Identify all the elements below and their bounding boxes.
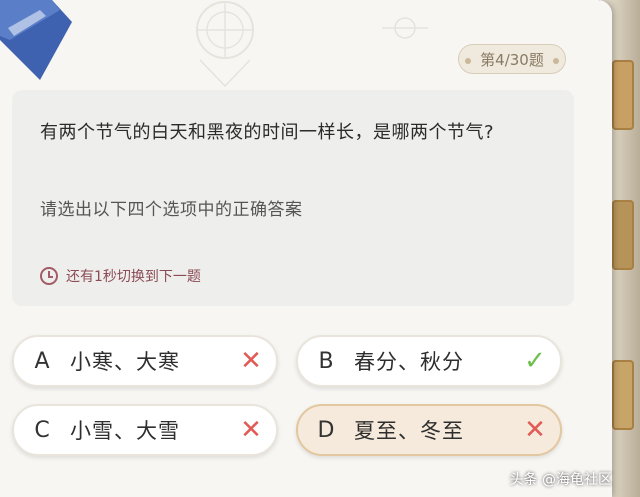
- ornament-decoration: [382, 17, 428, 39]
- ribbon-decoration: [0, 0, 72, 80]
- option-letter: D: [317, 417, 335, 443]
- watermark: 头条 @海龟社区: [509, 472, 612, 488]
- option-d-button[interactable]: D 夏至、冬至 ✕: [296, 404, 562, 456]
- timer-text: 还有1秒切换到下一题: [66, 269, 201, 285]
- bookmark-tab: [612, 360, 634, 430]
- quiz-panel: 第4/30题 有两个节气的白天和黑夜的时间一样长，是哪两个节气? 请选出以下四个…: [0, 0, 612, 497]
- option-text: 夏至、冬至: [354, 419, 464, 443]
- option-letter: B: [318, 348, 334, 374]
- question-counter: 第4/30题: [458, 44, 566, 74]
- clock-icon: [40, 267, 58, 285]
- option-a-button[interactable]: A 小寒、大寒 ✕: [12, 335, 278, 387]
- wrong-icon: ✕: [524, 415, 546, 445]
- option-c-button[interactable]: C 小雪、大雪 ✕: [12, 404, 278, 456]
- question-text: 有两个节气的白天和黑夜的时间一样长，是哪两个节气?: [40, 122, 495, 143]
- wrong-icon: ✕: [240, 415, 262, 445]
- option-letter: A: [34, 348, 50, 374]
- crest-decoration: [196, 1, 254, 88]
- bookmark-tab: [612, 60, 634, 130]
- option-text: 春分、秋分: [354, 350, 464, 374]
- option-text: 小雪、大雪: [70, 419, 180, 443]
- timer-row: 还有1秒切换到下一题: [40, 266, 201, 286]
- bookmark-tab: [612, 200, 634, 270]
- option-text: 小寒、大寒: [70, 350, 180, 374]
- check-icon: ✓: [524, 346, 546, 376]
- wrong-icon: ✕: [240, 346, 262, 376]
- question-prompt: 请选出以下四个选项中的正确答案: [40, 200, 303, 220]
- option-letter: C: [34, 417, 50, 443]
- option-b-button[interactable]: B 春分、秋分 ✓: [296, 335, 562, 387]
